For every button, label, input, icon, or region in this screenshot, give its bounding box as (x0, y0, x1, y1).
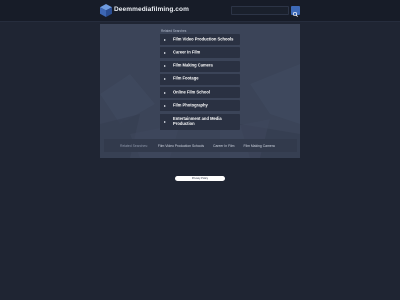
related-link-film-photography[interactable]: Film Photography (160, 100, 240, 112)
related-link-label: Online Film School (173, 89, 211, 95)
related-searches-heading: Related Searches (161, 29, 187, 33)
arrow-right-icon (160, 34, 170, 45)
related-link-film-making-camera[interactable]: Film Making Camera (160, 60, 240, 72)
related-link-label: Film Video Production Schools (173, 36, 234, 42)
search-button[interactable] (291, 6, 300, 17)
related-link-film-video-production-schools[interactable]: Film Video Production Schools (160, 34, 240, 45)
related-link-label: Film Making Camera (173, 62, 213, 68)
search-icon (292, 11, 298, 17)
arrow-right-icon (160, 87, 170, 99)
top-bar: Deemmediafilming.com (0, 0, 400, 22)
related-link-online-film-school[interactable]: Online Film School (160, 87, 240, 99)
cube-logo-icon[interactable] (100, 4, 112, 17)
related-link-career-in-film[interactable]: Career In Film (160, 47, 240, 59)
search-input[interactable] (231, 6, 289, 15)
related-bar-link[interactable]: Film Video Production Schools (158, 144, 204, 148)
related-links-list: Film Video Production Schools Career In … (160, 34, 240, 132)
related-searches-bar: Related Searches: Film Video Production … (104, 139, 297, 152)
related-link-label: Career In Film (173, 49, 201, 55)
related-link-entertainment-and-media-production[interactable]: Entertainment and Media Production (160, 113, 240, 130)
arrow-right-icon (160, 100, 170, 112)
related-link-label: Film Photography (173, 102, 208, 108)
related-bar-label: Related Searches: (120, 143, 148, 148)
related-bar-link[interactable]: Career In Film (213, 144, 234, 148)
related-bar-link[interactable]: Film Making Camera (244, 144, 275, 148)
related-link-label: Film Footage (173, 75, 199, 81)
arrow-right-icon (160, 47, 170, 59)
arrow-right-icon (160, 73, 170, 85)
arrow-right-icon (160, 113, 170, 130)
related-link-film-footage[interactable]: Film Footage (160, 73, 240, 85)
arrow-right-icon (160, 60, 170, 72)
main-panel: Related Searches Film Video Production S… (100, 24, 300, 158)
privacy-policy-button[interactable]: Privacy Policy (175, 176, 225, 181)
related-link-label: Entertainment and Media Production (173, 115, 222, 126)
site-name[interactable]: Deemmediafilming.com (114, 6, 189, 13)
